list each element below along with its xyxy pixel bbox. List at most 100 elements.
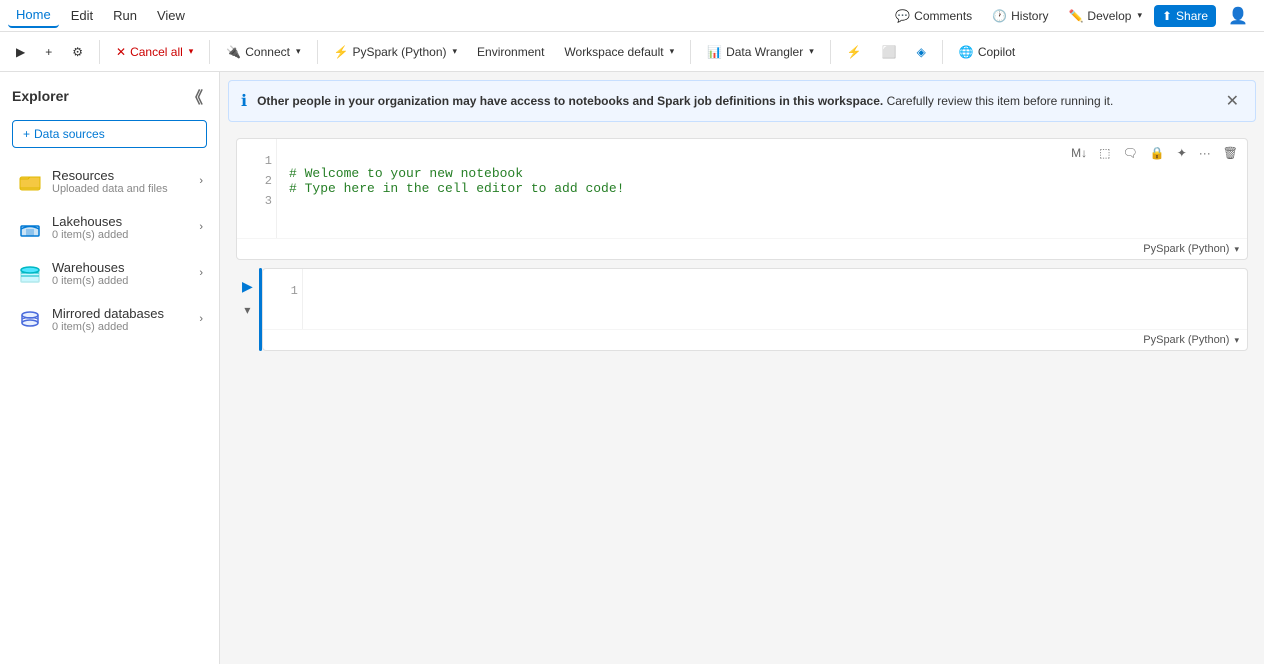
mirrored-db-icon bbox=[16, 305, 44, 333]
workspace-selector[interactable]: Workspace default ▾ bbox=[556, 41, 682, 63]
data-wrangler-button[interactable]: 📊 Data Wrangler ▾ bbox=[699, 41, 822, 63]
cell-1-gutter: 1 2 3 bbox=[237, 139, 277, 238]
cell-comment-button[interactable]: 🗨 bbox=[1118, 143, 1143, 163]
menu-view[interactable]: View bbox=[149, 4, 193, 27]
cell-1-lang-label: PySpark (Python) bbox=[1143, 243, 1229, 255]
info-icon: ℹ bbox=[241, 91, 247, 111]
settings-button[interactable]: ⚙ bbox=[64, 41, 91, 63]
spark-icon: ⚡ bbox=[334, 45, 349, 59]
info-banner: ℹ Other people in your organization may … bbox=[228, 80, 1256, 122]
sidebar-header: Explorer 《 bbox=[0, 72, 219, 120]
cancel-icon: ✕ bbox=[116, 45, 126, 59]
cell-2-lang-arrow: ▾ bbox=[1234, 335, 1239, 346]
lakehouse-icon bbox=[16, 213, 44, 241]
user-icon-button[interactable]: 👤 bbox=[1220, 2, 1256, 30]
cell-2-expand-button[interactable]: ▾ bbox=[242, 301, 252, 319]
develop-dropdown-arrow: ▾ bbox=[1137, 10, 1142, 21]
banner-text: Other people in your organization may ha… bbox=[257, 94, 1212, 108]
menu-home[interactable]: Home bbox=[8, 3, 59, 28]
cell-more-button[interactable]: ··· bbox=[1194, 143, 1216, 163]
develop-button[interactable]: ✏️ Develop ▾ bbox=[1060, 5, 1150, 27]
cell-1-lang-arrow: ▾ bbox=[1234, 244, 1239, 255]
comment-icon: 💬 bbox=[895, 9, 910, 23]
gear-icon: ⚙ bbox=[72, 45, 83, 59]
cell-2-lang-label: PySpark (Python) bbox=[1143, 334, 1229, 346]
warehouse-icon bbox=[16, 259, 44, 287]
vscode-btn[interactable]: ◈ bbox=[909, 41, 934, 63]
lightning-icon: ⚡ bbox=[847, 45, 862, 59]
cell-2-content: 1 bbox=[263, 269, 1247, 329]
lightning-btn[interactable]: ⚡ bbox=[839, 41, 870, 63]
cell-1-footer: PySpark (Python) ▾ bbox=[237, 238, 1247, 259]
notebook-cell-1: 1 2 3 # Welcome to your new notebook # T… bbox=[236, 138, 1248, 260]
share-button[interactable]: ⬆ Share bbox=[1154, 5, 1216, 27]
mirrored-databases-text: Mirrored databases 0 item(s) added bbox=[52, 306, 199, 333]
editor-area: ℹ Other people in your organization may … bbox=[220, 72, 1264, 664]
cell-lock-button[interactable]: 🔒 bbox=[1145, 143, 1170, 163]
copilot-button[interactable]: 🌐 Copilot bbox=[951, 41, 1023, 63]
develop-icon: ✏️ bbox=[1068, 9, 1083, 23]
add-icon: + bbox=[45, 45, 52, 59]
separator-2 bbox=[209, 40, 210, 64]
banner-close-button[interactable]: ✕ bbox=[1222, 91, 1243, 111]
cell-delete-button[interactable]: 🗑 bbox=[1218, 143, 1243, 163]
cells-container: 1 2 3 # Welcome to your new notebook # T… bbox=[220, 130, 1264, 359]
comments-button[interactable]: 💬 Comments bbox=[887, 5, 980, 27]
cancel-dropdown-arrow: ▾ bbox=[189, 46, 194, 57]
resources-text: Resources Uploaded data and files bbox=[52, 168, 199, 195]
history-button[interactable]: 🕐 History bbox=[984, 5, 1056, 27]
cell-1-lang-selector[interactable]: PySpark (Python) ▾ bbox=[1143, 243, 1239, 255]
cell-2-controls: ▶ ▾ bbox=[236, 268, 259, 327]
sidebar-collapse-button[interactable]: 《 bbox=[183, 82, 207, 110]
cancel-all-button[interactable]: ✕ Cancel all ▾ bbox=[108, 41, 201, 63]
cell-sparkle-button[interactable]: ✦ bbox=[1172, 143, 1192, 163]
data-wrangler-icon: 📊 bbox=[707, 45, 722, 59]
cell-2-line-1: 1 bbox=[291, 281, 298, 301]
connect-dropdown-arrow: ▾ bbox=[296, 46, 301, 57]
warehouses-chevron: › bbox=[199, 267, 203, 279]
user-icon: 👤 bbox=[1228, 6, 1248, 26]
cell-md-button[interactable]: M↓ bbox=[1066, 143, 1092, 163]
cell-1-line-3: 3 bbox=[265, 191, 272, 211]
sidebar-item-lakehouses[interactable]: Lakehouses 0 item(s) added › bbox=[4, 205, 215, 249]
cell-2-gutter: 1 bbox=[263, 269, 303, 329]
code-comment-2: # Type here in the cell editor to add co… bbox=[289, 181, 624, 196]
share-icon: ⬆ bbox=[1162, 9, 1172, 23]
environment-button[interactable]: Environment bbox=[469, 41, 552, 63]
cell-2-footer: PySpark (Python) ▾ bbox=[263, 329, 1247, 350]
main-content: Explorer 《 + Data sources Resources Uplo… bbox=[0, 72, 1264, 664]
menu-run[interactable]: Run bbox=[105, 4, 145, 27]
data-wrangler-dropdown-arrow: ▾ bbox=[809, 46, 814, 57]
cell-2-lang-selector[interactable]: PySpark (Python) ▾ bbox=[1143, 334, 1239, 346]
add-cell-button[interactable]: + bbox=[37, 41, 60, 63]
notebook-cell-2: 1 PySpark (Python) ▾ bbox=[262, 268, 1248, 351]
cell-2-wrapper: ▶ ▾ 1 PySpark (Python) ▾ bbox=[236, 268, 1248, 351]
sidebar-item-mirrored-databases[interactable]: Mirrored databases 0 item(s) added › bbox=[4, 297, 215, 341]
menu-edit[interactable]: Edit bbox=[63, 4, 101, 27]
spark-selector[interactable]: ⚡ PySpark (Python) ▾ bbox=[326, 41, 466, 63]
warehouses-text: Warehouses 0 item(s) added bbox=[52, 260, 199, 287]
run-icon: ▶ bbox=[16, 45, 25, 59]
monitor-btn[interactable]: ⬜ bbox=[874, 41, 905, 63]
run-button[interactable]: ▶ bbox=[8, 41, 33, 63]
main-toolbar: ▶ + ⚙ ✕ Cancel all ▾ 🔌 Connect ▾ ⚡ PySpa… bbox=[0, 32, 1264, 72]
cell-2-code[interactable] bbox=[303, 269, 1247, 329]
sidebar: Explorer 《 + Data sources Resources Uplo… bbox=[0, 72, 220, 664]
plus-icon: + bbox=[23, 127, 30, 141]
monitor-icon: ⬜ bbox=[882, 45, 897, 59]
lakehouses-chevron: › bbox=[199, 221, 203, 233]
sidebar-item-warehouses[interactable]: Warehouses 0 item(s) added › bbox=[4, 251, 215, 295]
sidebar-item-resources[interactable]: Resources Uploaded data and files › bbox=[4, 159, 215, 203]
separator-1 bbox=[99, 40, 100, 64]
cell-2-run-button[interactable]: ▶ bbox=[240, 276, 255, 297]
add-data-sources-button[interactable]: + Data sources bbox=[12, 120, 207, 148]
resources-chevron: › bbox=[199, 175, 203, 187]
cell-code-button[interactable]: ⬚ bbox=[1094, 143, 1115, 163]
connect-button[interactable]: 🔌 Connect ▾ bbox=[218, 41, 308, 63]
cell-1-line-2: 2 bbox=[265, 171, 272, 191]
copilot-icon: 🌐 bbox=[959, 45, 974, 59]
explorer-title: Explorer bbox=[12, 88, 69, 104]
workspace-dropdown-arrow: ▾ bbox=[670, 46, 675, 57]
code-comment-1: # Welcome to your new notebook bbox=[289, 166, 523, 181]
mirrored-databases-chevron: › bbox=[199, 313, 203, 325]
